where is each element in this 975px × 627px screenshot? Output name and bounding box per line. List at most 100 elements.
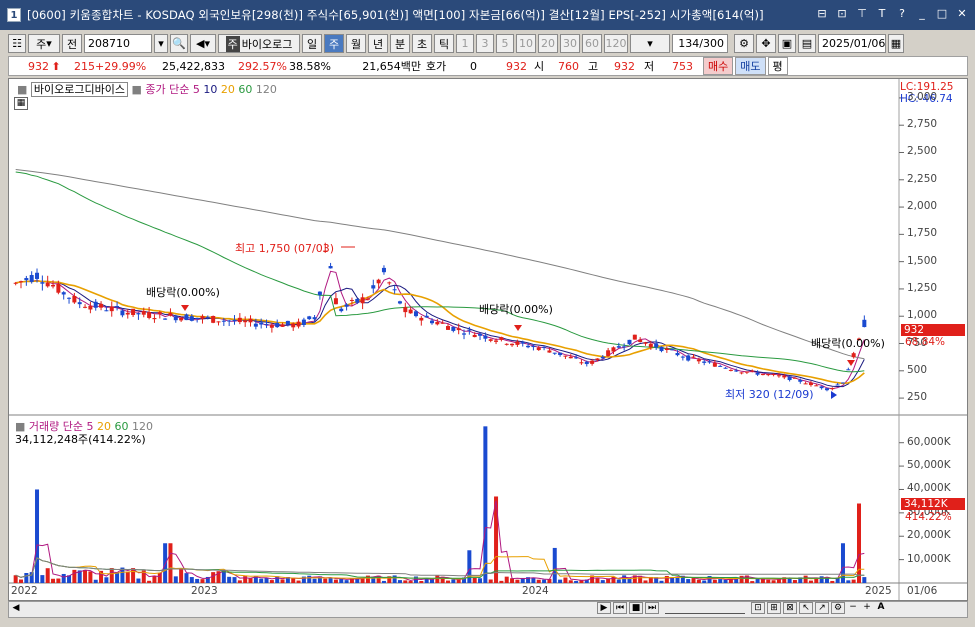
trade-amount: 21,654백만 — [362, 60, 421, 73]
tool-icon[interactable]: ⚙ — [734, 34, 754, 53]
tile-icon[interactable]: ⊟ — [815, 7, 829, 21]
pan-left-icon[interactable]: ↖ — [799, 602, 813, 614]
maximize-icon[interactable]: □ — [935, 7, 949, 21]
min-60[interactable]: 60 — [582, 34, 602, 53]
candle-body — [403, 307, 408, 313]
min-5[interactable]: 5 — [496, 34, 514, 53]
close-icon[interactable]: ✕ — [955, 7, 969, 21]
volume-bar — [568, 580, 573, 583]
pan-right-icon[interactable]: ↗ — [815, 602, 829, 614]
minimize-icon[interactable]: _ — [915, 7, 929, 21]
volume-bar — [93, 579, 98, 583]
volume-bar — [830, 580, 835, 583]
x-label-2023: 2023 — [191, 585, 218, 597]
stock-code-input[interactable]: 208710 — [84, 34, 152, 53]
eval-button[interactable]: 평 — [767, 57, 788, 75]
settings-icon[interactable]: ⚙ — [831, 602, 845, 614]
candle-body — [563, 355, 568, 357]
min-1[interactable]: 1 — [456, 34, 474, 53]
candle-body — [712, 363, 717, 367]
min-30[interactable]: 30 — [560, 34, 580, 53]
crosshair-icon[interactable]: ✥ — [756, 34, 776, 53]
volume-bar — [168, 543, 173, 583]
lock-icon[interactable]: ▤ — [798, 34, 816, 53]
restore-icon[interactable]: ⊡ — [835, 7, 849, 21]
scroll-right-icon[interactable]: ▶ — [597, 602, 611, 614]
candle-body — [643, 342, 648, 344]
calendar-icon[interactable]: ▦ — [888, 34, 904, 53]
search-icon[interactable]: 🔍 — [170, 34, 188, 53]
volume-bar — [264, 577, 269, 583]
last-icon[interactable]: ⏭ — [645, 602, 659, 614]
open-value: 760 — [558, 59, 579, 73]
volume-bar — [323, 578, 328, 583]
tab-minute[interactable]: 분 — [390, 34, 410, 53]
first-icon[interactable]: ⏮ — [613, 602, 627, 614]
zoom-out-icon[interactable]: − — [847, 602, 859, 614]
candle-body — [189, 316, 194, 321]
min-3[interactable]: 3 — [476, 34, 494, 53]
speaker-icon[interactable]: ◀▾ — [190, 34, 216, 53]
tab-month[interactable]: 월 — [346, 34, 366, 53]
date-input[interactable]: 2025/01/06 — [818, 34, 886, 53]
chart-area[interactable]: ■ 바이오로그디바이스 ■ 종가 단순 5 10 20 60 120 ▦ LC:… — [8, 78, 968, 601]
volume-bar — [232, 577, 237, 583]
min-20[interactable]: 20 — [538, 34, 558, 53]
volume-text: 34,112,248주(414.22%) — [15, 433, 146, 446]
buy-button[interactable]: 매수 — [703, 57, 734, 75]
help-icon[interactable]: ? — [895, 7, 909, 21]
indicator-name[interactable]: 주 바이오로그 — [218, 34, 300, 53]
stock-name-label[interactable]: 바이오로그디바이스 — [30, 82, 128, 97]
zoom-reset-icon[interactable]: ⊠ — [783, 602, 797, 614]
tab-second[interactable]: 초 — [412, 34, 432, 53]
candle-body — [152, 318, 157, 320]
candle-body — [606, 350, 611, 356]
candle-body — [285, 320, 290, 325]
interval-select[interactable]: ▾ — [630, 34, 670, 53]
zoom-area-icon[interactable]: ⊞ — [767, 602, 781, 614]
volume-bar — [712, 579, 717, 583]
prev-button[interactable]: 전 — [62, 34, 82, 53]
candle-body — [782, 375, 787, 378]
text-size-icon[interactable]: A — [875, 602, 887, 614]
code-dropdown-icon[interactable]: ▾ — [154, 34, 168, 53]
candle-body — [392, 289, 397, 291]
candle-body — [707, 361, 712, 363]
ma-5: 5 — [192, 83, 200, 96]
tab-tick[interactable]: 틱 — [434, 34, 454, 53]
grid-menu-icon[interactable]: ☷ — [8, 34, 26, 53]
zoom-in-icon[interactable]: + — [861, 602, 873, 614]
dividend-arrow-2 — [514, 325, 522, 331]
scroll-left-icon[interactable]: ◀ — [10, 603, 22, 616]
candle-body — [840, 382, 845, 384]
low-annotation: 최저 320 (12/09) — [725, 388, 814, 401]
volume-bar — [504, 576, 509, 583]
save-icon[interactable]: ▣ — [778, 34, 796, 53]
candle-body — [723, 367, 728, 369]
chart-scrollbar[interactable]: ◀ ▶ ⏮ ■ ⏭ ⊡ ⊞ ⊠ ↖ ↗ ⚙ − + A — [8, 601, 968, 618]
zoom-fit-icon[interactable]: ⊡ — [751, 602, 765, 614]
min-120[interactable]: 120 — [604, 34, 628, 53]
candle-body — [675, 352, 680, 356]
zoom-slider[interactable] — [665, 602, 745, 614]
volume-bar — [344, 580, 349, 583]
tab-week[interactable]: 주 — [324, 34, 344, 53]
tab-year[interactable]: 년 — [368, 34, 388, 53]
candle-body — [216, 321, 221, 323]
candle-body — [243, 320, 248, 323]
table-icon[interactable]: ▦ — [14, 97, 28, 110]
min-10[interactable]: 10 — [516, 34, 536, 53]
volume-bar — [771, 580, 776, 583]
volume-bar — [702, 580, 707, 583]
price-tick-label: 250 — [907, 391, 928, 404]
count-input[interactable]: 134/300 — [672, 34, 728, 53]
period-type-select[interactable]: 주 ▾ — [28, 34, 60, 53]
font-icon[interactable]: T — [875, 7, 889, 21]
candle-body — [472, 334, 477, 338]
candle-body — [29, 275, 34, 282]
sell-button[interactable]: 매도 — [735, 57, 766, 75]
pin-icon[interactable]: ⊤ — [855, 7, 869, 21]
tab-day[interactable]: 일 — [302, 34, 322, 53]
candle-body — [45, 282, 50, 287]
stop-icon[interactable]: ■ — [629, 602, 643, 614]
